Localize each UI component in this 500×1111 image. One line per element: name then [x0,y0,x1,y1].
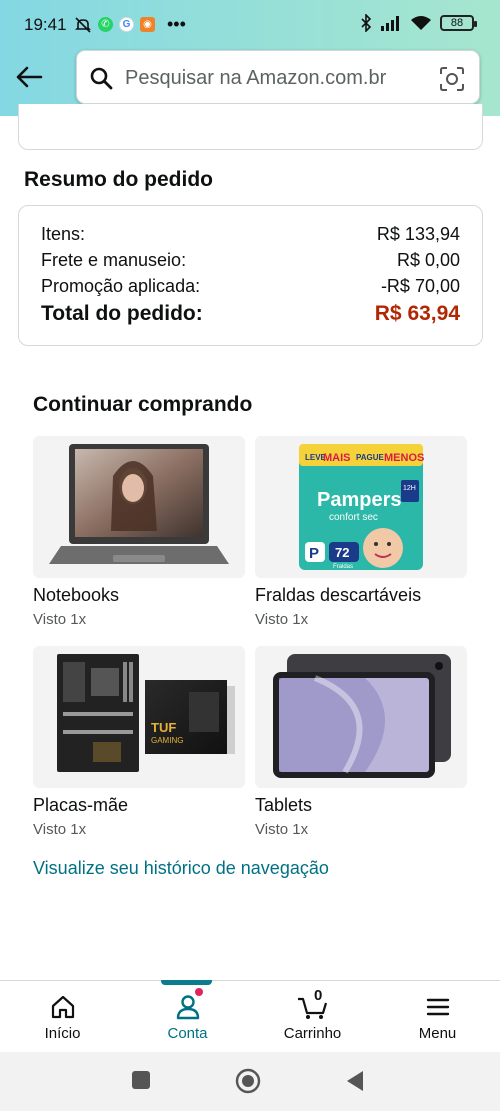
status-bar: 19:41 ✆ G ◉ ••• 88 [0,0,500,50]
battery-level: 88 [450,17,464,29]
account-icon [176,995,199,1020]
laptop-illustration [49,444,229,564]
top-bar: 19:41 ✆ G ◉ ••• 88 [0,0,500,116]
camera-search-icon[interactable] [439,66,465,92]
signal-icon [381,16,399,31]
item-name[interactable]: Tablets [255,795,467,816]
order-summary-title: Resumo do pedido [24,168,213,191]
nav-cart-label: Carrinho [283,1025,342,1042]
continue-item-diapers[interactable]: LEVE MAIS PAGUE MENOS Pampers confort se… [255,436,467,628]
cart-count-badge: 0 [314,987,323,1004]
item-name[interactable]: Notebooks [33,585,245,606]
count-text: 72 [335,545,349,560]
summary-row-shipping: Frete e manuseio: R$ 0,00 [41,250,460,271]
tablet-illustration [273,654,451,778]
summary-row-total: Total do pedido: R$ 63,94 [41,302,460,326]
unit-text: Fraldas [333,564,353,570]
box-line-text: GAMING [151,736,183,745]
nav-menu-label: Menu [418,1025,457,1042]
more-icon: ••• [167,14,186,34]
mute-icon [75,16,91,33]
notebook-image[interactable] [33,436,245,578]
diapers-image[interactable]: LEVE MAIS PAGUE MENOS Pampers confort se… [255,436,467,578]
nav-cart[interactable]: 0 Carrinho [250,981,375,1053]
continue-shopping-title: Continuar comprando [33,393,253,416]
nav-account[interactable]: Conta [125,981,250,1053]
item-name[interactable]: Fraldas descartáveis [255,585,467,606]
promo-text-b: MAIS [323,452,351,464]
whatsapp-icon: ✆ [98,17,113,32]
search-icon [90,67,113,90]
total-value: R$ 63,94 [374,302,460,325]
box-brand-text: TUF [151,720,176,735]
nav-account-label: Conta [167,1025,208,1042]
recent-apps-icon[interactable] [131,1070,151,1090]
summary-row-items: Itens: R$ 133,94 [41,224,460,245]
continue-item-tablets[interactable]: Tablets Visto 1x [255,646,467,838]
diaper-pack-illustration: LEVE MAIS PAGUE MENOS Pampers confort se… [299,444,424,570]
summary-label: Frete e manuseio: [41,250,187,270]
summary-row-promotion: Promoção aplicada: -R$ 70,00 [41,276,460,297]
continue-item-motherboards[interactable]: TUF GAMING Placas-mãe Visto 1x [33,646,245,838]
continue-item-notebooks[interactable]: Notebooks Visto 1x [33,436,245,628]
nav-home-label: Início [44,1025,81,1042]
home-icon [51,995,74,1019]
notification-dot [195,988,203,996]
total-label: Total do pedido: [41,302,203,325]
menu-icon [426,998,449,1016]
item-seen-count: Visto 1x [255,611,309,628]
summary-value: -R$ 70,00 [380,276,460,296]
promo-text-d: MENOS [384,452,424,464]
summary-label: Itens: [41,224,86,244]
back-button-icon[interactable] [345,1070,365,1092]
status-time: 19:41 [24,15,67,34]
motherboard-image[interactable]: TUF GAMING [33,646,245,788]
line-text: confort sec [329,512,378,523]
hours-text: 12H [403,485,416,492]
app-icon: ◉ [140,17,155,32]
previous-section-card [18,104,483,150]
summary-value: R$ 0,00 [396,250,460,270]
summary-label: Promoção aplicada: [41,276,201,296]
item-name[interactable]: Placas-mãe [33,795,245,816]
battery-icon: 88 [440,15,477,31]
promo-text-c: PAGUE [356,453,385,462]
system-navigation-bar [0,1052,500,1111]
item-seen-count: Visto 1x [33,821,87,838]
search-input[interactable] [125,63,425,93]
bluetooth-icon [361,14,372,32]
bottom-navigation: Início Conta 0 Carrinho Menu [0,980,500,1052]
motherboard-illustration: TUF GAMING [57,654,235,772]
brand-text: Pampers [317,489,402,511]
order-summary-card: Itens: R$ 133,94 Frete e manuseio: R$ 0,… [18,205,483,346]
item-seen-count: Visto 1x [255,821,309,838]
nav-menu[interactable]: Menu [375,981,500,1053]
back-arrow-icon[interactable] [14,62,44,92]
tablet-image[interactable] [255,646,467,788]
size-text: P [309,545,319,562]
google-icon: G [119,17,134,32]
browsing-history-link[interactable]: Visualize seu histórico de navegação [33,858,329,879]
item-seen-count: Visto 1x [33,611,87,628]
nav-home[interactable]: Início [0,981,125,1053]
cart-icon [297,997,327,1019]
wifi-icon [411,16,431,30]
home-button-icon[interactable] [235,1068,261,1094]
search-bar[interactable] [76,50,480,104]
summary-value: R$ 133,94 [376,224,460,244]
